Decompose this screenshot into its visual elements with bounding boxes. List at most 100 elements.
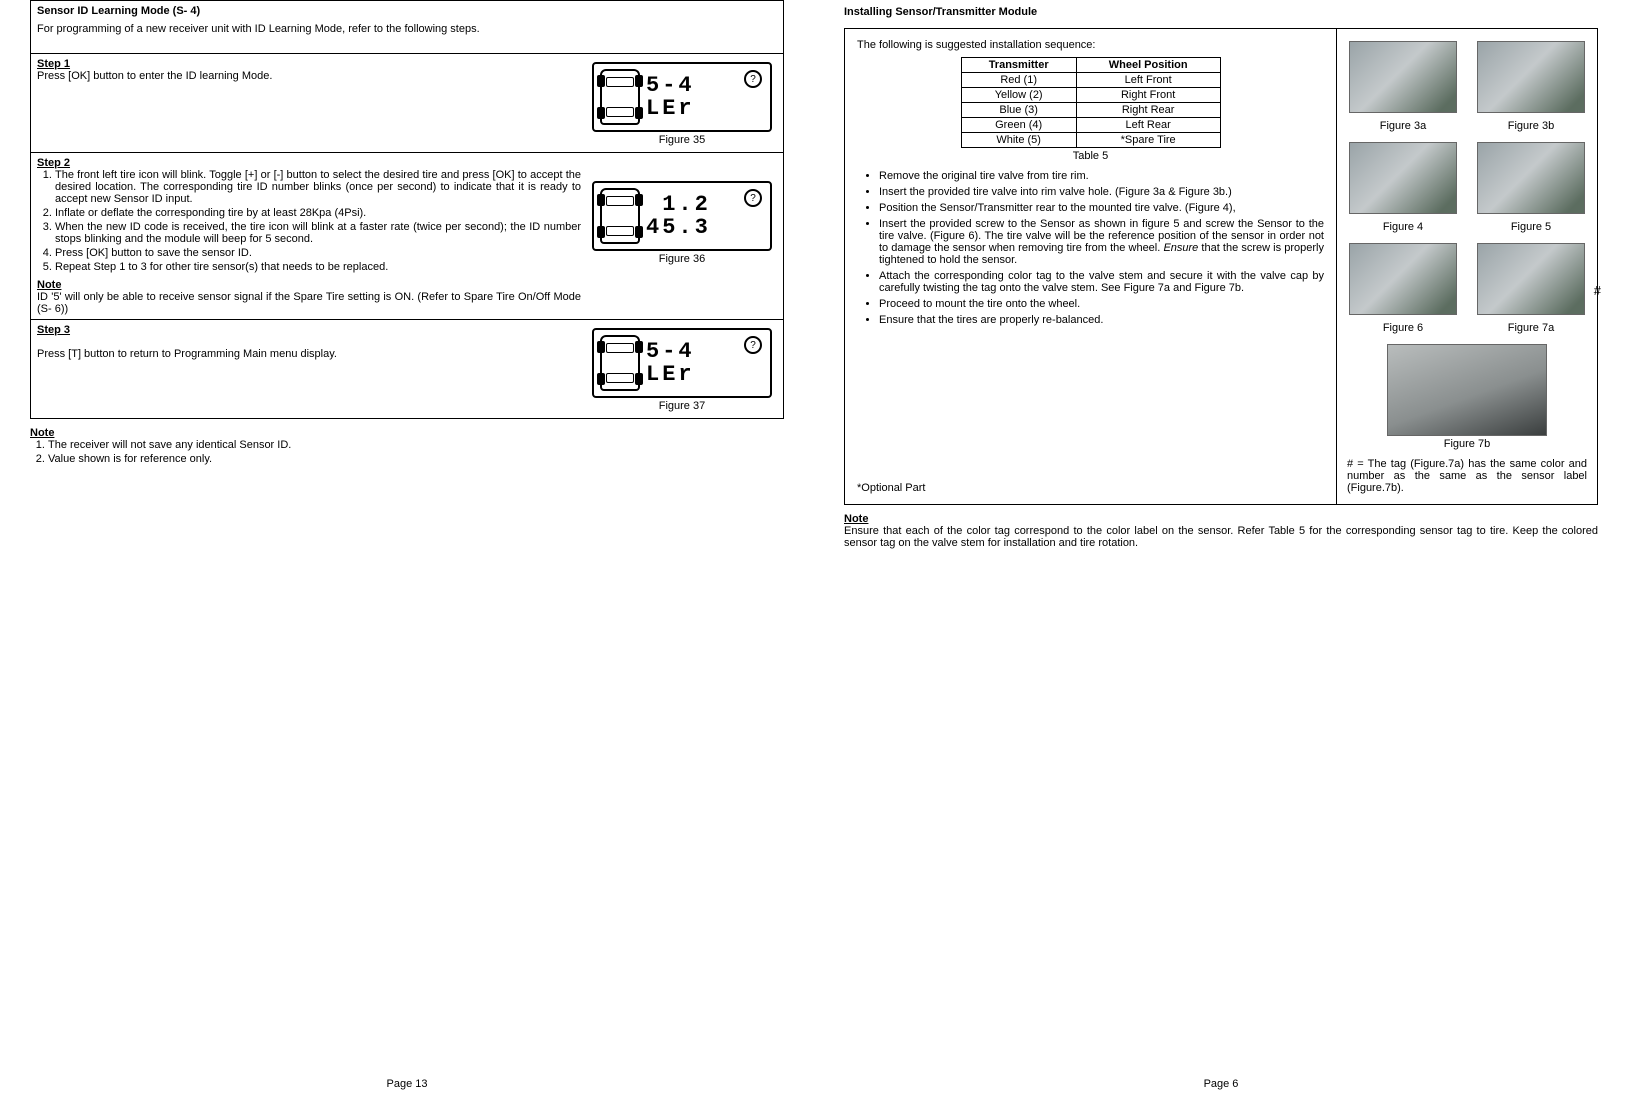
install-bullets: Remove the original tire valve from tire… — [857, 170, 1324, 326]
hash-icon: # — [1594, 283, 1601, 298]
photo-fig7b — [1387, 344, 1547, 436]
step2-figure-col: 1.2 45.3 ? Figure 36 — [587, 157, 777, 267]
table-row: Blue (3)Right Rear — [961, 103, 1220, 118]
bottom-note-list: The receiver will not save any identical… — [30, 439, 784, 465]
photo-row-2: Figure 4 Figure 5 — [1347, 140, 1587, 241]
photo-fig6 — [1349, 243, 1457, 315]
lcd35-text: 5-4 LEr — [646, 74, 695, 120]
fig36-caption: Figure 36 — [587, 253, 777, 265]
fig3b-block: Figure 3b — [1475, 39, 1587, 140]
page-left: Sensor ID Learning Mode (S- 4) For progr… — [0, 0, 814, 1100]
fig7a-block: Figure 7a — [1475, 241, 1587, 342]
bottom-note: Note The receiver will not save any iden… — [30, 427, 784, 465]
fig7b-block: Figure 7b — [1347, 344, 1587, 450]
fig7b-label: Figure 7b — [1347, 438, 1587, 450]
step3-text: Step 3 Press [T] button to return to Pro… — [37, 324, 581, 414]
step3-header: Step 3 — [37, 324, 70, 336]
step2-list: The front left tire icon will blink. Tog… — [37, 169, 581, 273]
table-row: Red (1)Left Front — [961, 73, 1220, 88]
photo-fig5 — [1477, 142, 1585, 214]
photo-row-1: Figure 3a Figure 3b — [1347, 39, 1587, 140]
page-number-left: Page 13 — [387, 1078, 428, 1090]
car-icon — [600, 188, 640, 244]
fig4-label: Figure 4 — [1347, 221, 1459, 233]
table-row: White (5)*Spare Tire — [961, 133, 1220, 148]
table-row: Green (4)Left Rear — [961, 118, 1220, 133]
list-item: Insert the provided tire valve into rim … — [879, 186, 1324, 198]
fig37-caption: Figure 37 — [587, 400, 777, 412]
step3-figure-col: 5-4 LEr ? Figure 37 — [587, 324, 777, 414]
mode-header-section: Sensor ID Learning Mode (S- 4) For progr… — [31, 1, 783, 54]
car-icon — [600, 69, 640, 125]
photo-fig3b — [1477, 41, 1585, 113]
step2-note: Note ID '5' will only be able to receive… — [37, 279, 581, 315]
fig3b-label: Figure 3b — [1475, 120, 1587, 132]
signal-icon: ? — [744, 70, 762, 88]
lcd-figure-36: 1.2 45.3 ? — [592, 181, 772, 251]
fig5-label: Figure 5 — [1475, 221, 1587, 233]
list-item: Proceed to mount the tire onto the wheel… — [879, 298, 1324, 310]
install-intro: The following is suggested installation … — [857, 39, 1324, 51]
step1-text: Step 1 Press [OK] button to enter the ID… — [37, 58, 581, 148]
signal-icon: ? — [744, 336, 762, 354]
install-box: The following is suggested installation … — [844, 28, 1598, 505]
table5-caption: Table 5 — [857, 150, 1324, 162]
right-note-text: Ensure that each of the color tag corres… — [844, 525, 1598, 549]
step2-header: Step 2 — [37, 157, 70, 169]
fig5-block: Figure 5 — [1475, 140, 1587, 241]
bottom-note-header: Note — [30, 427, 54, 439]
hash-note: # = The tag (Figure.7a) has the same col… — [1347, 458, 1587, 494]
fig4-block: Figure 4 — [1347, 140, 1459, 241]
step1-figure-col: 5-4 LEr ? Figure 35 — [587, 58, 777, 148]
page-right: Installing Sensor/Transmitter Module The… — [814, 0, 1628, 1100]
page-number-right: Page 6 — [1204, 1078, 1239, 1090]
th-position: Wheel Position — [1076, 58, 1220, 73]
table-header-row: Transmitter Wheel Position — [961, 58, 1220, 73]
fig35-caption: Figure 35 — [587, 134, 777, 146]
step1-header: Step 1 — [37, 58, 70, 70]
th-transmitter: Transmitter — [961, 58, 1076, 73]
fig6-block: Figure 6 — [1347, 241, 1459, 342]
photo-fig3a — [1349, 41, 1457, 113]
install-title: Installing Sensor/Transmitter Module — [844, 6, 1598, 18]
step1-body: Press [OK] button to enter the ID learni… — [37, 70, 272, 82]
right-note-header: Note — [844, 513, 868, 525]
mode-title: Sensor ID Learning Mode (S- 4) — [37, 5, 777, 17]
lcd-figure-35: 5-4 LEr ? — [592, 62, 772, 132]
step2-text: Step 2 The front left tire icon will bli… — [37, 157, 581, 315]
photo-row-3: Figure 6 Figure 7a # — [1347, 241, 1587, 342]
list-item: Insert the provided screw to the Sensor … — [879, 218, 1324, 266]
transmitter-table: Transmitter Wheel Position Red (1)Left F… — [961, 57, 1221, 148]
fig6-label: Figure 6 — [1347, 322, 1459, 334]
lcd37-text: 5-4 LEr — [646, 340, 695, 386]
mode-intro: For programming of a new receiver unit w… — [37, 23, 777, 35]
fig7a-label: Figure 7a — [1475, 322, 1587, 334]
sensor-id-mode-box: Sensor ID Learning Mode (S- 4) For progr… — [30, 0, 784, 419]
bottom-note-item: The receiver will not save any identical… — [48, 439, 784, 451]
step2-item: Press [OK] button to save the sensor ID. — [55, 247, 581, 259]
install-right-col: Figure 3a Figure 3b Figure 4 Figure 5 — [1337, 29, 1597, 504]
list-item: Remove the original tire valve from tire… — [879, 170, 1324, 182]
lcd36-text: 1.2 45.3 — [646, 193, 711, 239]
step2-note-text: ID '5' will only be able to receive sens… — [37, 291, 581, 315]
step3-body: Press [T] button to return to Programmin… — [37, 348, 337, 360]
lcd-figure-37: 5-4 LEr ? — [592, 328, 772, 398]
signal-icon: ? — [744, 189, 762, 207]
step3-section: Step 3 Press [T] button to return to Pro… — [31, 320, 783, 418]
step1-section: Step 1 Press [OK] button to enter the ID… — [31, 54, 783, 153]
step2-section: Step 2 The front left tire icon will bli… — [31, 153, 783, 320]
step2-item: When the new ID code is received, the ti… — [55, 221, 581, 245]
list-item: Attach the corresponding color tag to th… — [879, 270, 1324, 294]
step2-item: Repeat Step 1 to 3 for other tire sensor… — [55, 261, 581, 273]
optional-part: *Optional Part — [857, 482, 925, 494]
install-left-col: The following is suggested installation … — [845, 29, 1337, 504]
table-row: Yellow (2)Right Front — [961, 88, 1220, 103]
step2-item: Inflate or deflate the corresponding tir… — [55, 207, 581, 219]
step2-note-header: Note — [37, 279, 61, 291]
right-bottom-note: Note Ensure that each of the color tag c… — [844, 513, 1598, 549]
fig3a-label: Figure 3a — [1347, 120, 1459, 132]
bottom-note-item: Value shown is for reference only. — [48, 453, 784, 465]
list-item: Position the Sensor/Transmitter rear to … — [879, 202, 1324, 214]
photo-fig4 — [1349, 142, 1457, 214]
car-icon — [600, 335, 640, 391]
